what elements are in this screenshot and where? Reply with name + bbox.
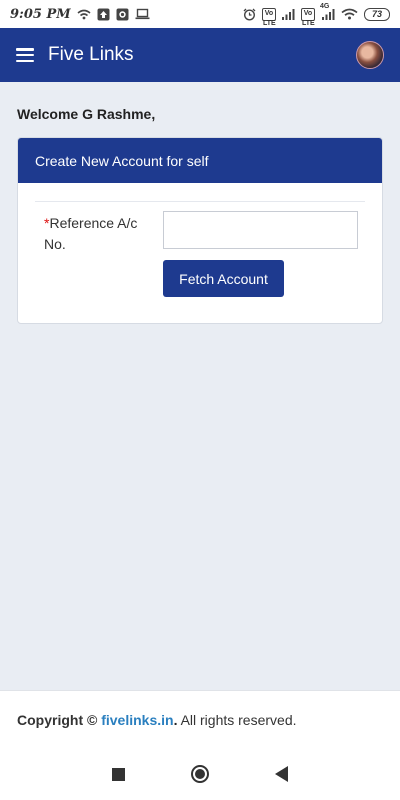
volte-icon: Vo LTE — [262, 7, 276, 27]
fivelinks-link[interactable]: fivelinks.in — [101, 712, 173, 728]
app-bar: Five Links — [0, 28, 400, 82]
create-account-card: Create New Account for self *Reference A… — [17, 137, 383, 324]
laptop-icon — [135, 8, 150, 20]
copyright-prefix: Copyright © — [17, 711, 98, 728]
reference-account-label: *Reference A/c No. — [44, 213, 154, 255]
divider — [35, 201, 365, 202]
wifi-icon-right — [341, 8, 358, 20]
hamburger-menu-icon[interactable] — [16, 48, 34, 62]
status-bar: 9:05 PM Vo LTE Vo LTE 4G 73 — [0, 0, 400, 28]
status-bar-right: Vo LTE Vo LTE 4G 73 — [243, 3, 390, 27]
user-avatar[interactable] — [356, 41, 384, 69]
4g-signal-icon: 4G — [320, 3, 335, 20]
signal-icon — [282, 8, 295, 20]
reference-account-label-text: Reference A/c No. — [44, 215, 138, 252]
app-icon — [116, 8, 129, 21]
back-icon[interactable] — [275, 766, 288, 782]
copyright-suffix: . All rights reserved. — [173, 711, 297, 728]
welcome-text: Welcome G Rashme, — [17, 106, 156, 122]
android-nav-bar — [0, 748, 400, 800]
card-body: *Reference A/c No. Fetch Account — [18, 183, 382, 323]
alarm-icon — [243, 8, 256, 21]
app-title: Five Links — [48, 44, 134, 65]
recent-apps-icon[interactable] — [112, 767, 125, 781]
status-bar-left: 9:05 PM — [10, 7, 150, 22]
network-type-label: 4G — [320, 3, 330, 10]
status-time: 9:05 PM — [10, 6, 71, 22]
fetch-account-button[interactable]: Fetch Account — [163, 260, 284, 297]
upload-icon — [97, 8, 110, 21]
footer: Copyright © fivelinks.in. All rights res… — [0, 690, 400, 748]
reference-account-input[interactable] — [163, 211, 358, 249]
battery-indicator: 73 — [364, 7, 390, 21]
card-header: Create New Account for self — [18, 138, 382, 183]
home-icon[interactable] — [191, 765, 209, 783]
volte-icon-2: Vo LTE — [301, 7, 315, 27]
wifi-icon — [77, 9, 91, 20]
